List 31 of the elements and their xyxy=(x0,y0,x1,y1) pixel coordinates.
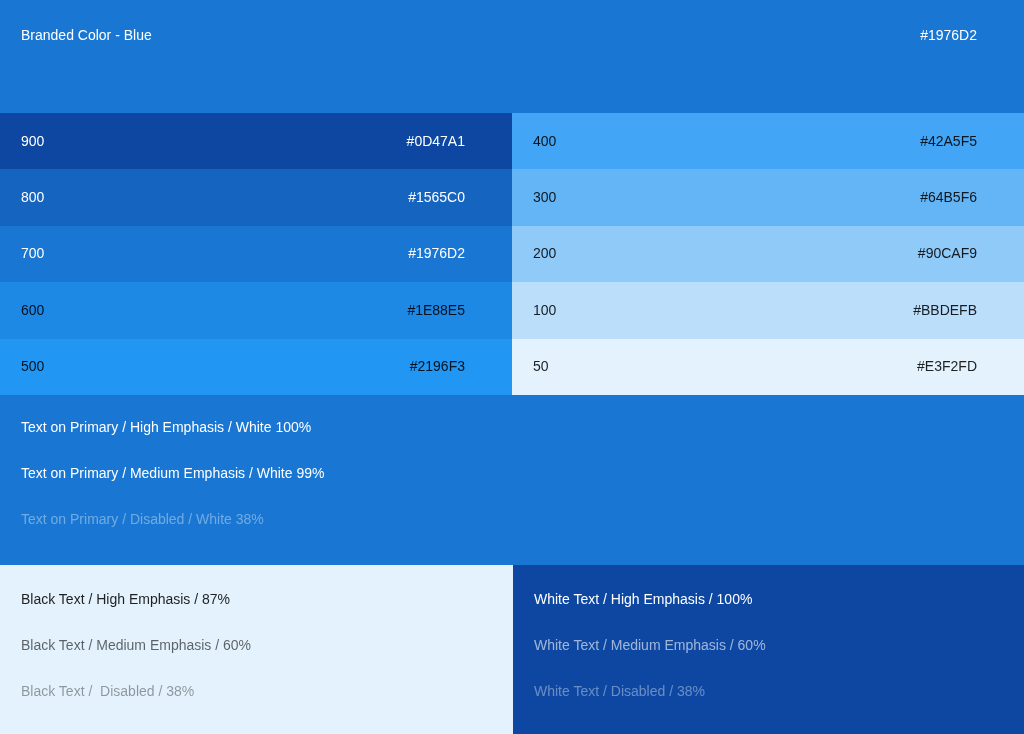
sample-text: Text on Primary / Disabled / White 38% xyxy=(21,509,265,529)
shade-label: 300 xyxy=(533,188,557,208)
shade-label: 900 xyxy=(21,131,45,151)
sample-text: White Text / High Emphasis / 100% xyxy=(534,589,754,609)
hex-code: #1976D2 xyxy=(408,244,465,264)
shade-label: 600 xyxy=(21,300,45,320)
hex-code: #2196F3 xyxy=(409,357,465,377)
hex-code: #BBDEFB xyxy=(913,300,977,320)
sample-text: White Text / Disabled / 38% xyxy=(534,681,706,701)
sample-text: Text on Primary / High Emphasis / White 100% xyxy=(21,417,313,437)
hex-code: #1565C0 xyxy=(408,188,465,208)
hex-code: #1976D2 xyxy=(920,26,977,45)
hex-code: #1E88E5 xyxy=(407,300,465,320)
sample-text: Black Text / Disabled / 38% xyxy=(21,681,196,701)
sample-text: Black Text / Medium Emphasis / 60% xyxy=(21,635,253,655)
hex-code: #64B5F6 xyxy=(920,188,977,208)
shade-label: 100 xyxy=(533,300,557,320)
banner-title: Branded Color - Blue xyxy=(21,26,152,45)
sample-text: White Text / Medium Emphasis / 60% xyxy=(534,635,767,655)
shade-label: 700 xyxy=(21,244,45,264)
shade-label: 200 xyxy=(533,244,557,264)
shade-label: 400 xyxy=(533,131,557,151)
hex-code: #E3F2FD xyxy=(917,357,977,377)
shade-label: 800 xyxy=(21,188,45,208)
shade-label: 500 xyxy=(21,357,45,377)
hex-code: #90CAF9 xyxy=(917,244,977,264)
sample-text: Text on Primary / Medium Emphasis / White 99% xyxy=(21,463,326,483)
shade-label: 50 xyxy=(533,357,549,377)
hex-code: #42A5F5 xyxy=(920,131,977,151)
sample-text: Black Text / High Emphasis / 87% xyxy=(21,589,232,609)
hex-code: #0D47A1 xyxy=(406,131,465,151)
